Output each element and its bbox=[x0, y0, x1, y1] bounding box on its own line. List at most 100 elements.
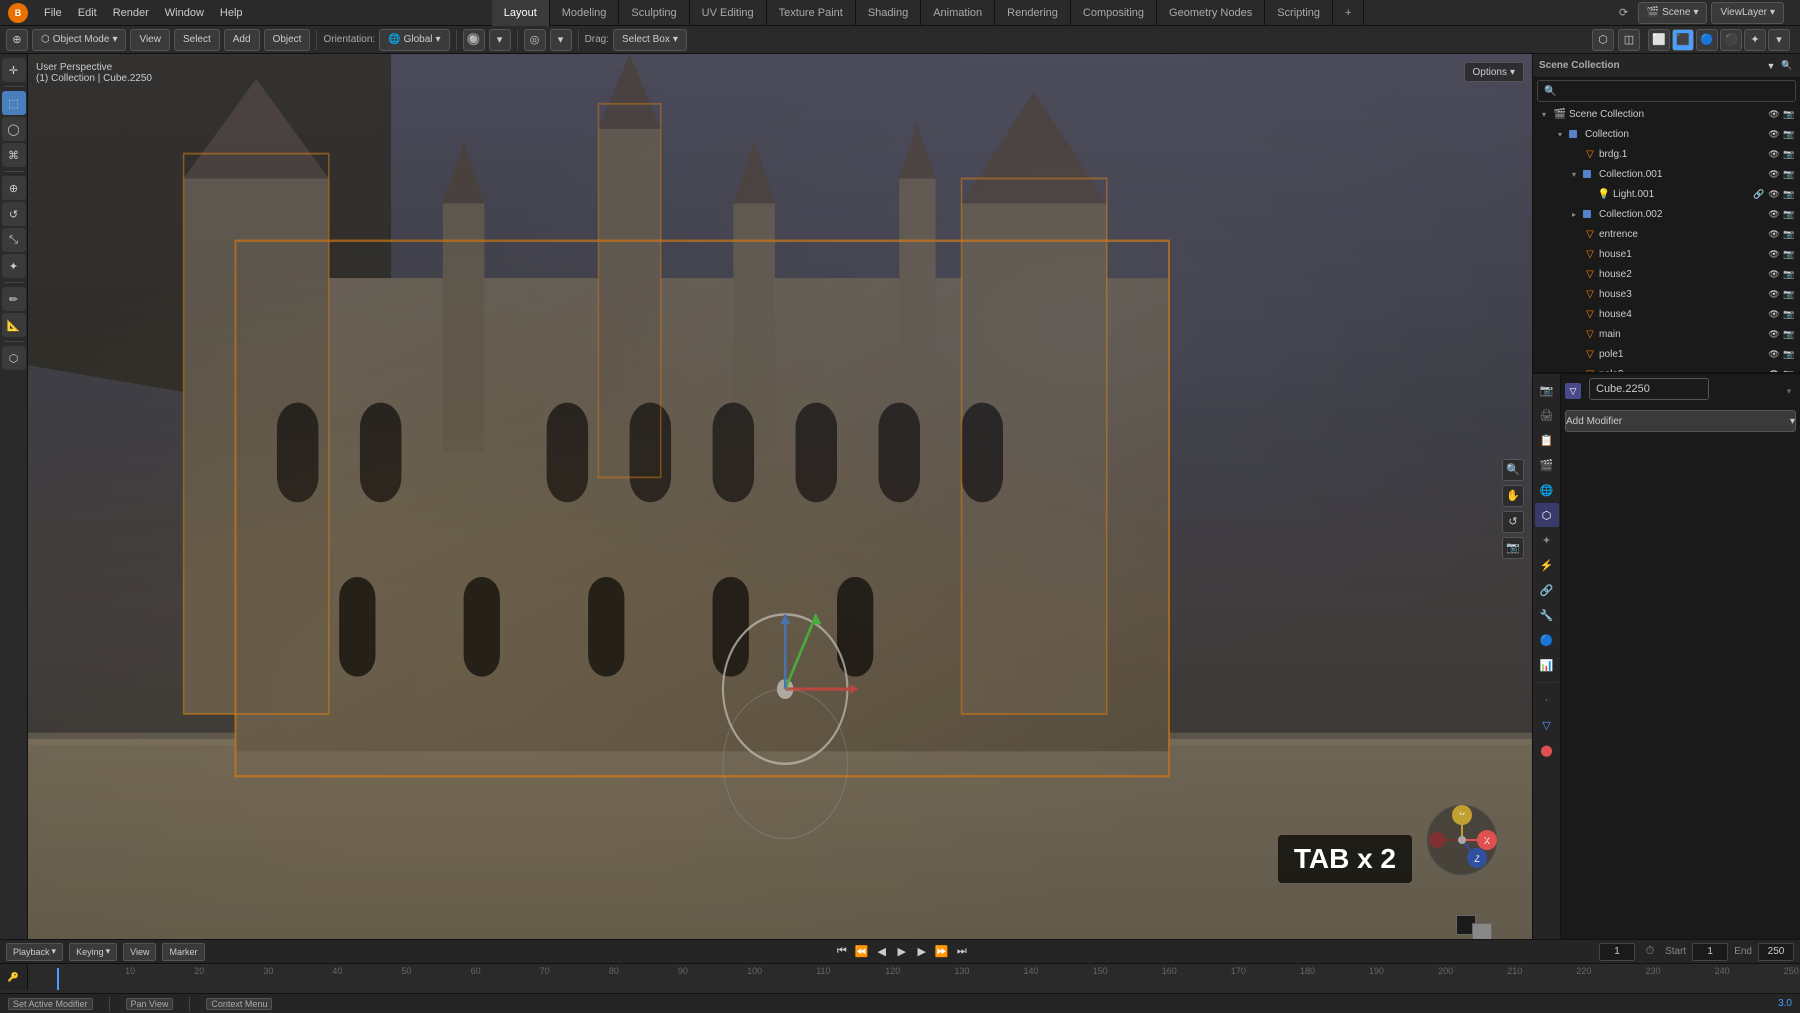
measure-tool[interactable]: 📐 bbox=[2, 313, 26, 337]
filter-icon[interactable]: ▼ bbox=[1764, 59, 1778, 73]
brdg1-render[interactable]: 📷 bbox=[1782, 147, 1796, 161]
house3-eye[interactable]: 👁 bbox=[1767, 287, 1781, 301]
tab-sculpting[interactable]: Sculpting bbox=[619, 0, 689, 26]
main-eye[interactable]: 👁 bbox=[1767, 327, 1781, 341]
props-view-layer-icon[interactable]: 📋 bbox=[1535, 428, 1559, 452]
outliner-item-col001[interactable]: ▾ Collection.001 👁 📷 bbox=[1533, 164, 1800, 184]
select-circle-tool[interactable]: ◯ bbox=[2, 117, 26, 141]
col001-eye[interactable]: 👁 bbox=[1767, 167, 1781, 181]
house2-render[interactable]: 📷 bbox=[1782, 267, 1796, 281]
options-button[interactable]: Options ▾ bbox=[1464, 62, 1525, 82]
wireframe-btn[interactable]: ⬜ bbox=[1648, 29, 1670, 51]
drag-selector[interactable]: Select Box ▾ bbox=[613, 29, 687, 51]
col-eye[interactable]: 👁 bbox=[1767, 127, 1781, 141]
pole1-eye[interactable]: 👁 bbox=[1767, 347, 1781, 361]
props-modifier-icon[interactable]: 🔧 bbox=[1535, 603, 1559, 627]
eevee-btn[interactable]: ✦ bbox=[1744, 29, 1766, 51]
menu-help[interactable]: Help bbox=[212, 0, 251, 26]
props-object-data-icon[interactable]: ▽ bbox=[1535, 713, 1559, 737]
house4-eye[interactable]: 👁 bbox=[1767, 307, 1781, 321]
select-lasso-tool[interactable]: ⌘ bbox=[2, 143, 26, 167]
add-modifier-button[interactable]: Add Modifier ▾ bbox=[1565, 410, 1796, 432]
outliner-item-house1[interactable]: ▸ ▽ house1 👁 📷 bbox=[1533, 244, 1800, 264]
outliner-search-input[interactable] bbox=[1560, 86, 1789, 97]
jump-start-btn[interactable]: ⏮ bbox=[833, 943, 851, 961]
step-back-btn[interactable]: ◀ bbox=[873, 943, 891, 961]
col002-eye[interactable]: 👁 bbox=[1767, 207, 1781, 221]
orientation-selector[interactable]: 🌐 Global ▾ bbox=[379, 29, 449, 51]
menu-render[interactable]: Render bbox=[105, 0, 157, 26]
tab-layout[interactable]: Layout bbox=[492, 0, 550, 26]
tab-scripting[interactable]: Scripting bbox=[1265, 0, 1333, 26]
camera-tool[interactable]: 📷 bbox=[1502, 537, 1524, 559]
material-btn[interactable]: 🔵 bbox=[1696, 29, 1718, 51]
menu-window[interactable]: Window bbox=[157, 0, 212, 26]
light001-render[interactable]: 📷 bbox=[1782, 187, 1796, 201]
jump-end-btn[interactable]: ⏭ bbox=[953, 943, 971, 961]
pole2-eye[interactable]: 👁 bbox=[1767, 367, 1781, 372]
outliner-item-brdg1[interactable]: ▸ ▽ brdg.1 👁 📷 bbox=[1533, 144, 1800, 164]
sync-icon[interactable]: ⟳ bbox=[1614, 3, 1634, 23]
house3-render[interactable]: 📷 bbox=[1782, 287, 1796, 301]
tab-modeling[interactable]: Modeling bbox=[550, 0, 620, 26]
step-fwd-btn[interactable]: ▶ bbox=[913, 943, 931, 961]
keying-btn[interactable]: Keying ▾ bbox=[69, 943, 117, 961]
props-scene-icon[interactable]: 🎬 bbox=[1535, 453, 1559, 477]
vis-eye-icon[interactable]: 👁 bbox=[1767, 107, 1781, 121]
props-particles2-icon[interactable]: · bbox=[1535, 688, 1559, 712]
props-output-icon[interactable]: 🖨 bbox=[1535, 403, 1559, 427]
props-object-icon[interactable]: ⬡ bbox=[1535, 503, 1559, 527]
outliner-search-bar[interactable]: 🔍 bbox=[1537, 80, 1796, 102]
marker-btn[interactable]: Marker bbox=[162, 943, 204, 961]
light001-eye[interactable]: 👁 bbox=[1767, 187, 1781, 201]
col001-render[interactable]: 📷 bbox=[1782, 167, 1796, 181]
props-shader-icon[interactable]: 🔵 bbox=[1535, 628, 1559, 652]
props-constraint-icon[interactable]: 🔗 bbox=[1535, 578, 1559, 602]
cursor-tool[interactable]: ✛ bbox=[2, 58, 26, 82]
current-frame-input[interactable]: 1 bbox=[1599, 943, 1635, 961]
orbit-tool[interactable]: ↺ bbox=[1502, 511, 1524, 533]
select-box-tool[interactable]: ⬚ bbox=[2, 91, 26, 115]
outliner-item-house4[interactable]: ▸ ▽ house4 👁 📷 bbox=[1533, 304, 1800, 324]
view-btn[interactable]: View bbox=[130, 29, 170, 51]
blender-logo[interactable]: B bbox=[8, 3, 28, 23]
prev-keyframe-btn[interactable]: ⏪ bbox=[853, 943, 871, 961]
rendered-btn[interactable]: ⚫ bbox=[1720, 29, 1742, 51]
col-render[interactable]: 📷 bbox=[1782, 127, 1796, 141]
house4-render[interactable]: 📷 bbox=[1782, 307, 1796, 321]
tab-compositing[interactable]: Compositing bbox=[1071, 0, 1157, 26]
rotate-tool[interactable]: ↺ bbox=[2, 202, 26, 226]
outliner-item-light001[interactable]: ▸ 💡 Light.001 🔗 👁 📷 bbox=[1533, 184, 1800, 204]
outliner-item-pole2[interactable]: ▸ ▽ pole2 👁 📷 bbox=[1533, 364, 1800, 372]
tab-uv-editing[interactable]: UV Editing bbox=[690, 0, 767, 26]
solid-btn[interactable]: ⬛ bbox=[1672, 29, 1694, 51]
add-btn[interactable]: Add bbox=[224, 29, 260, 51]
viewlayer-selector[interactable]: ViewLayer ▾ bbox=[1711, 2, 1784, 24]
props-physics-icon[interactable]: ⚡ bbox=[1535, 553, 1559, 577]
tab-texture-paint[interactable]: Texture Paint bbox=[767, 0, 856, 26]
col002-render[interactable]: 📷 bbox=[1782, 207, 1796, 221]
house2-eye[interactable]: 👁 bbox=[1767, 267, 1781, 281]
props-expand-icon[interactable]: ▾ bbox=[1782, 384, 1796, 398]
props-render-icon[interactable]: 📷 bbox=[1535, 378, 1559, 402]
tab-shading[interactable]: Shading bbox=[856, 0, 921, 26]
viewport[interactable]: User Perspective (1) Collection | Cube.2… bbox=[28, 54, 1532, 963]
nav-gizmo[interactable]: X Y Z bbox=[1422, 800, 1502, 880]
transform-tool[interactable]: ✦ bbox=[2, 254, 26, 278]
scene-selector[interactable]: 🎬 Scene ▾ bbox=[1638, 2, 1708, 24]
tl-view-btn[interactable]: View bbox=[123, 943, 156, 961]
outliner-item-house3[interactable]: ▸ ▽ house3 👁 📷 bbox=[1533, 284, 1800, 304]
playback-btn[interactable]: Playback ▾ bbox=[6, 943, 63, 961]
mode-selector[interactable]: ⬡ Object Mode ▾ bbox=[32, 29, 126, 51]
timeline-ruler[interactable]: 🔑 10 20 30 40 50 60 70 80 90 100 110 120… bbox=[0, 964, 1800, 990]
overlay-toggle[interactable]: ⬡ bbox=[1592, 29, 1614, 51]
snap-options-btn[interactable]: ▾ bbox=[489, 29, 511, 51]
outliner-item-scene-collection[interactable]: ▾ 🎬 Scene Collection 👁 📷 bbox=[1533, 104, 1800, 124]
light001-link[interactable]: 🔗 bbox=[1752, 187, 1766, 201]
object-name-field[interactable]: Cube.2250 bbox=[1589, 378, 1709, 400]
annotate-tool[interactable]: ✏ bbox=[2, 287, 26, 311]
end-frame-input[interactable]: 250 bbox=[1758, 943, 1794, 961]
next-keyframe-btn[interactable]: ⏩ bbox=[933, 943, 951, 961]
entrence-render[interactable]: 📷 bbox=[1782, 227, 1796, 241]
move-tool[interactable]: ⊕ bbox=[2, 176, 26, 200]
